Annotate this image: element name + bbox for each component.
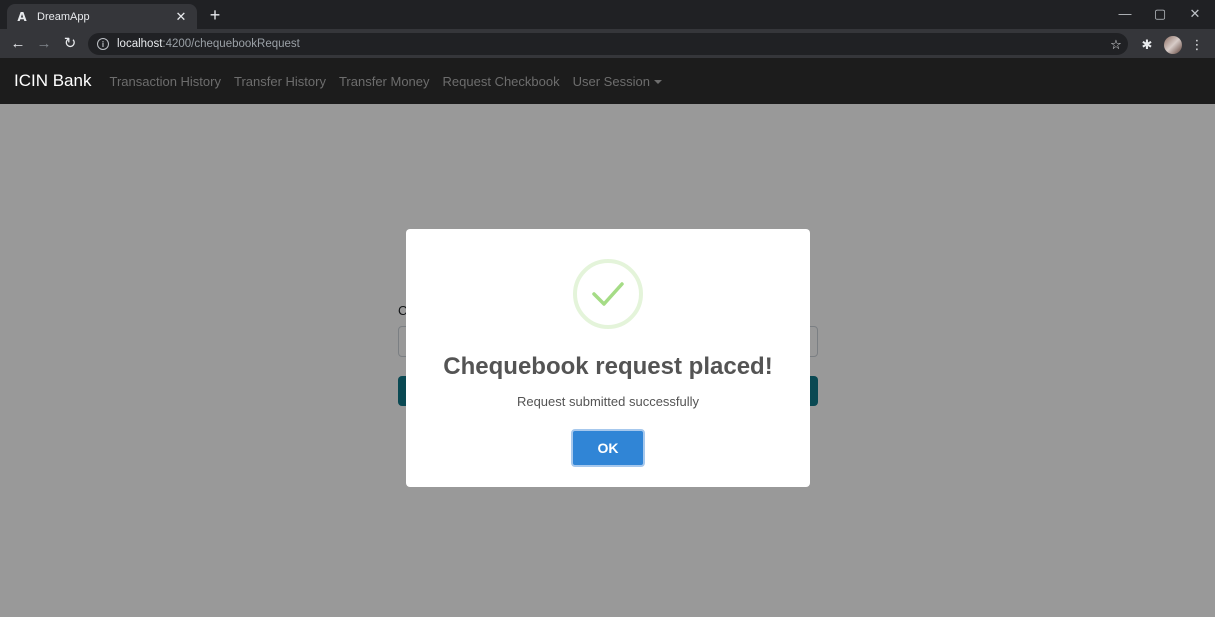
back-icon[interactable]: ← bbox=[8, 34, 28, 54]
bookmark-star-icon[interactable]: ☆ bbox=[1107, 36, 1125, 54]
close-window-icon[interactable]: ✕ bbox=[1180, 4, 1210, 24]
nav-transfer-history[interactable]: Transfer History bbox=[234, 74, 326, 89]
menu-kebab-icon[interactable]: ⋮ bbox=[1188, 36, 1206, 54]
maximize-icon[interactable]: ▢ bbox=[1145, 4, 1175, 24]
address-bar[interactable]: i localhost:4200/chequebookRequest bbox=[88, 33, 1128, 55]
browser-tabstrip: A DreamApp ✕ + — ▢ ✕ bbox=[0, 0, 1215, 29]
brand-logo[interactable]: ICIN Bank bbox=[14, 71, 91, 91]
info-icon[interactable]: i bbox=[97, 38, 109, 50]
nav-request-checkbook[interactable]: Request Checkbook bbox=[443, 74, 560, 89]
nav-user-session-dropdown[interactable]: User Session bbox=[573, 74, 662, 89]
user-session-label: User Session bbox=[572, 73, 650, 89]
dialog-title: Chequebook request placed! bbox=[443, 353, 773, 380]
new-tab-icon[interactable]: + bbox=[205, 5, 225, 25]
browser-tab[interactable]: A DreamApp ✕ bbox=[7, 4, 197, 29]
angular-favicon-icon: A bbox=[17, 9, 27, 24]
url-path: :4200/chequebookRequest bbox=[162, 38, 300, 50]
success-dialog: Chequebook request placed! Request submi… bbox=[406, 229, 810, 487]
profile-avatar[interactable] bbox=[1164, 36, 1182, 54]
dialog-message: Request submitted successfully bbox=[516, 394, 700, 409]
success-check-icon bbox=[573, 259, 643, 329]
nav-transfer-money[interactable]: Transfer Money bbox=[339, 74, 430, 89]
nav-transaction-history[interactable]: Transaction History bbox=[109, 74, 221, 89]
tab-title: DreamApp bbox=[37, 10, 90, 23]
tab-close-icon[interactable]: ✕ bbox=[173, 9, 189, 25]
ok-button[interactable]: OK bbox=[571, 429, 645, 467]
minimize-icon[interactable]: — bbox=[1110, 4, 1140, 24]
url-host: localhost bbox=[117, 38, 163, 50]
reload-icon[interactable]: ↻ bbox=[60, 34, 80, 54]
forward-icon[interactable]: → bbox=[34, 34, 54, 54]
caret-down-icon bbox=[653, 80, 662, 85]
app-navbar: ICIN Bank Transaction History Transfer H… bbox=[0, 58, 1215, 104]
extensions-puzzle-icon[interactable]: ✱ bbox=[1138, 36, 1156, 54]
